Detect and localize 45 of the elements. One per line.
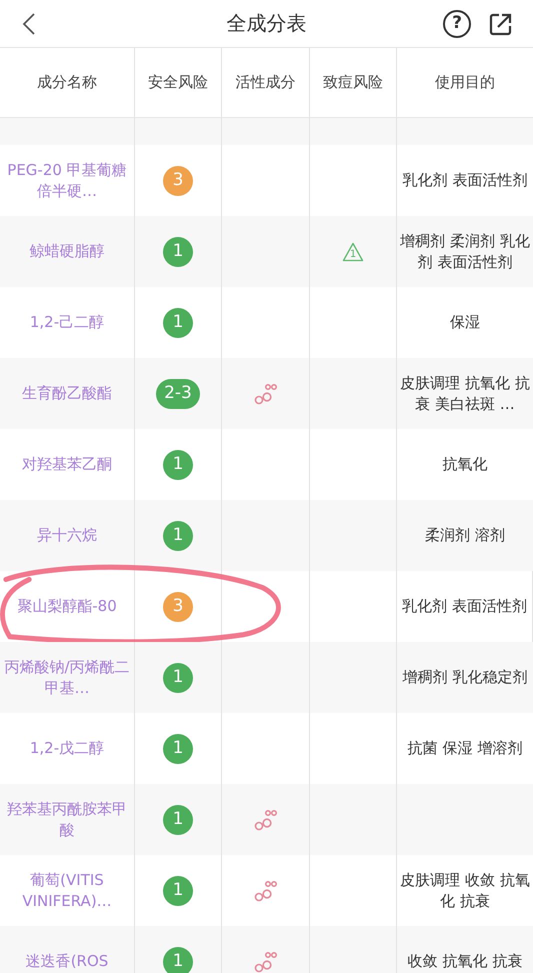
purpose-text: 保湿 xyxy=(450,312,480,333)
purpose-text: 乳化剂 表面活性剂 xyxy=(402,170,528,191)
column-header: 使用目的 xyxy=(435,72,495,93)
share-icon[interactable] xyxy=(489,12,513,36)
ingredient-link[interactable]: PEG-20 甲基葡糖倍半硬… xyxy=(4,160,130,201)
risk-badge: 1 xyxy=(163,804,193,834)
page-title: 全成分表 xyxy=(226,10,306,37)
ingredient-link[interactable]: 羟苯基丙酰胺苯甲酸 xyxy=(4,799,130,840)
acne-warning-badge: 1 xyxy=(342,242,364,262)
risk-badge: 3 xyxy=(163,166,193,196)
back-icon[interactable] xyxy=(22,12,36,36)
ingredient-link[interactable]: 生育酚乙酸酯 xyxy=(22,383,112,404)
risk-badge: 1 xyxy=(163,876,193,906)
purpose-text: 收敛 抗氧化 抗衰 xyxy=(408,951,522,972)
ingredient-link[interactable]: 迷迭香(ROS xyxy=(26,951,108,972)
purpose-text: 皮肤调理 收敛 抗氧化 抗衰 xyxy=(399,870,531,911)
column-header: 安全风险 xyxy=(148,72,208,93)
risk-badge: 1 xyxy=(163,308,193,338)
ingredient-link[interactable]: 鲸蜡硬脂醇 xyxy=(30,241,104,262)
column-header: 活性成分 xyxy=(236,72,296,93)
risk-badge: 1 xyxy=(163,946,193,973)
purpose-text: 乳化剂 表面活性剂 xyxy=(402,596,527,617)
purpose-text: 皮肤调理 抗氧化 抗衰 美白祛斑 … xyxy=(399,373,531,414)
ingredient-link[interactable]: 聚山梨醇酯-80 xyxy=(17,596,117,617)
ingredient-link[interactable]: 对羟基苯乙酮 xyxy=(22,454,112,475)
risk-badge: 1 xyxy=(163,236,193,266)
ingredient-link[interactable]: 异十六烷 xyxy=(37,525,97,546)
help-button[interactable]: ? xyxy=(443,10,471,38)
risk-badge: 1 xyxy=(163,450,193,480)
risk-badge: 1 xyxy=(163,662,193,692)
risk-badge: 3 xyxy=(163,592,193,622)
risk-badge: 1 xyxy=(163,734,193,764)
purpose-text: 抗氧化 xyxy=(442,454,488,475)
purpose-text: 增稠剂 柔润剂 乳化剂 表面活性剂 xyxy=(399,231,531,272)
purpose-text: 抗菌 保湿 增溶剂 xyxy=(408,738,522,759)
ingredient-link[interactable]: 1,2-己二醇 xyxy=(30,312,104,333)
ingredient-link[interactable]: 1,2-戊二醇 xyxy=(30,738,104,759)
column-header: 致痘风险 xyxy=(323,72,383,93)
ingredient-link[interactable]: 丙烯酸钠/丙烯酰二甲基… xyxy=(4,657,130,698)
purpose-text: 柔润剂 溶剂 xyxy=(425,525,505,546)
purpose-text: 增稠剂 乳化稳定剂 xyxy=(402,667,528,688)
risk-badge: 1 xyxy=(163,520,193,550)
risk-badge: 2-3 xyxy=(156,378,200,408)
ingredient-link[interactable]: 葡萄(VITIS VINIFERA)… xyxy=(4,870,130,911)
column-header: 成分名称 xyxy=(37,72,97,93)
